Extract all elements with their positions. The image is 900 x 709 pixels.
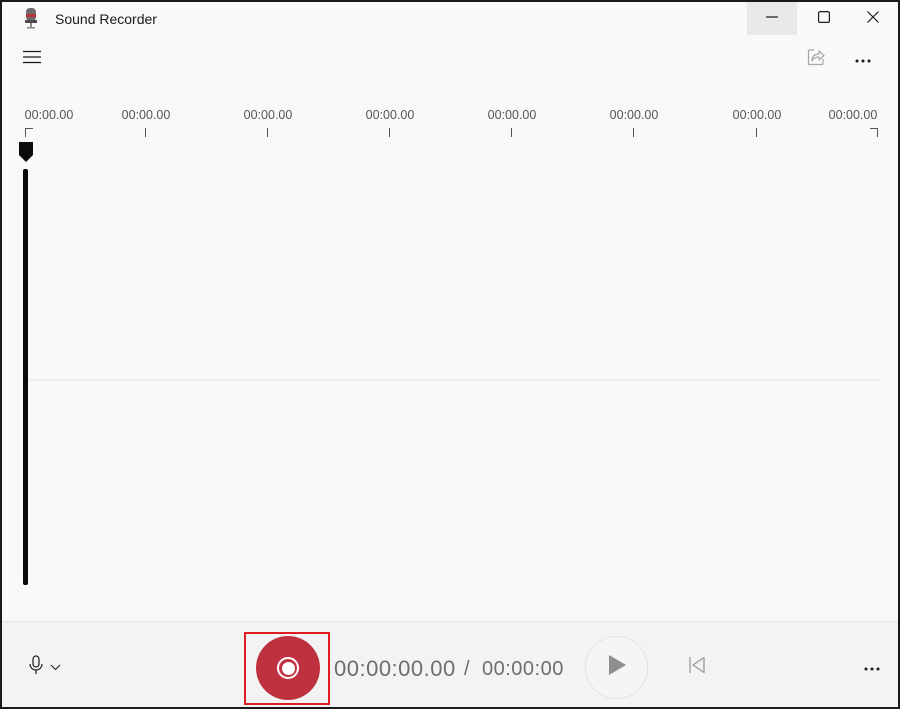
more-options-button-bottom[interactable]: [854, 652, 890, 682]
tick-label: 00:00.00: [365, 108, 415, 122]
microphone-select-button[interactable]: [28, 652, 76, 682]
play-button[interactable]: [585, 636, 648, 699]
share-button[interactable]: [798, 44, 834, 74]
timeline-tick: [756, 128, 757, 137]
tick-label: 00:00.00: [732, 108, 782, 122]
timeline-tick: [633, 128, 634, 137]
timeline-ruler: 00:00.00 00:00.00 00:00.00 00:00.00 00:0…: [2, 102, 898, 142]
timeline-start-marker: [25, 128, 33, 137]
hamburger-menu-icon: [23, 50, 41, 69]
current-time: 00:00:00.00: [334, 656, 456, 681]
app-microphone-icon: [22, 7, 40, 29]
total-time: 00:00:00: [482, 658, 564, 680]
playhead-line: [23, 169, 28, 585]
tick-label: 00:00.00: [243, 108, 293, 122]
maximize-button[interactable]: [799, 2, 849, 35]
record-button[interactable]: [256, 636, 320, 700]
play-icon: [607, 654, 627, 681]
waveform-baseline: [29, 379, 879, 381]
minimize-icon: [766, 10, 778, 28]
record-icon: [277, 657, 299, 679]
maximize-icon: [818, 10, 831, 28]
close-icon: [867, 10, 879, 28]
timeline-tick: [389, 128, 390, 137]
sound-recorder-window: Sound Recorder 00:00.00 00:00.00 00:00.0…: [0, 0, 900, 709]
skip-to-start-button[interactable]: [682, 652, 712, 682]
timeline-end-marker: [870, 128, 878, 137]
more-options-button[interactable]: [845, 44, 881, 74]
tick-label: 00:00.00: [828, 108, 878, 122]
microphone-icon: [28, 654, 44, 680]
playhead-handle[interactable]: [18, 141, 34, 163]
playback-control-bar: 00:00:00.00 / 00:00:00: [2, 621, 898, 707]
tick-label: 00:00.00: [121, 108, 171, 122]
time-separator: /: [464, 658, 470, 680]
timeline-tick: [511, 128, 512, 137]
timeline-tick: [267, 128, 268, 137]
tick-label: 00:00.00: [487, 108, 537, 122]
tick-label: 00:00.00: [609, 108, 659, 122]
title-bar: Sound Recorder: [2, 2, 898, 36]
navigation-menu-button[interactable]: [14, 44, 50, 74]
close-button[interactable]: [848, 2, 898, 35]
share-icon: [807, 48, 825, 71]
tick-label: 00:00.00: [24, 108, 74, 122]
more-options-icon: [864, 658, 880, 676]
chevron-down-icon: [50, 658, 61, 676]
minimize-button[interactable]: [747, 2, 797, 35]
skip-to-start-icon: [688, 656, 706, 679]
app-title: Sound Recorder: [55, 11, 157, 27]
more-options-icon: [855, 50, 871, 68]
timeline-tick: [145, 128, 146, 137]
